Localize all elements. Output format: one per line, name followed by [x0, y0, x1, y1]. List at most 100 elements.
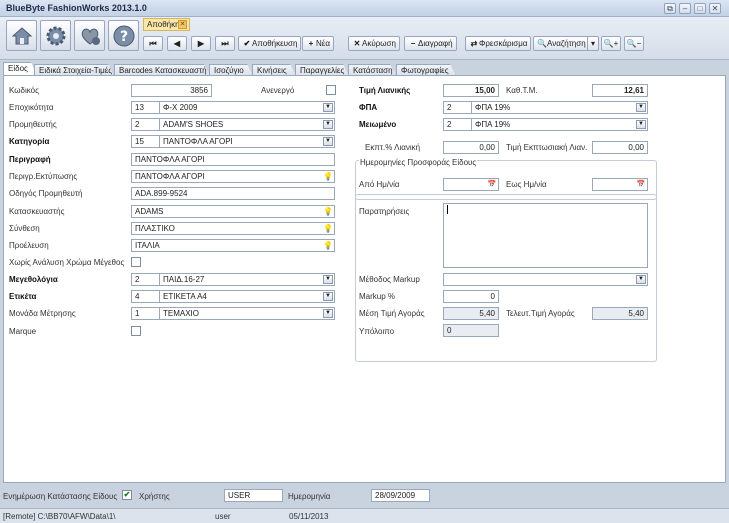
label-name: ΕΤΙΚΕΤΑ Α4: [163, 292, 207, 301]
size-range-label: Μεγεθολόγια: [9, 275, 58, 284]
print-desc-field[interactable]: ΠΑΝΤΟΦΛΑ ΑΓΟΡΙ 💡: [131, 170, 335, 183]
zoom-out-button[interactable]: 🔍−: [624, 36, 644, 51]
markup-method-label: Μέθοδος Markup: [359, 275, 420, 284]
favorites-button[interactable]: [74, 20, 105, 51]
home-button[interactable]: [6, 20, 37, 51]
supplier-code-field[interactable]: 2: [131, 118, 159, 131]
retail-price-field[interactable]: 15,00: [443, 84, 499, 97]
lightbulb-icon[interactable]: 💡: [323, 171, 333, 182]
lightbulb-icon[interactable]: 💡: [323, 240, 333, 251]
cancel-button[interactable]: ✕ Ακύρωση: [348, 36, 400, 51]
supplier-name: ADAM'S SHOES: [163, 120, 224, 129]
discount-field[interactable]: 0,00: [443, 141, 499, 154]
lightbulb-icon[interactable]: 💡: [323, 223, 333, 234]
first-record-button[interactable]: ⏮: [143, 36, 163, 51]
calendar-icon[interactable]: 📅: [636, 180, 646, 189]
close-icon[interactable]: ✕: [178, 20, 187, 29]
document-tab[interactable]: Αποθήκη ✕: [143, 18, 190, 31]
notes-textarea[interactable]: [443, 203, 648, 268]
markup-method-select[interactable]: ▼: [443, 273, 648, 286]
chevron-down-icon[interactable]: ▼: [323, 292, 333, 301]
origin-field[interactable]: ΙΤΑΛΙΑ 💡: [131, 239, 335, 252]
calendar-icon[interactable]: 📅: [487, 180, 497, 189]
label-code-field[interactable]: 4: [131, 290, 159, 303]
inactive-checkbox[interactable]: [326, 85, 336, 95]
chevron-down-icon[interactable]: ▼: [636, 120, 646, 129]
app-title: BlueByte FashionWorks 2013.1.0: [6, 3, 147, 13]
refresh-button[interactable]: ⇄ Φρεσκάρισμα: [465, 36, 532, 51]
bottom-panel: Ενημέρωση Κατάστασης Είδους ✔ Χρήστης US…: [0, 485, 729, 507]
net-cost-field[interactable]: 12,61: [592, 84, 648, 97]
chevron-down-icon[interactable]: ▼: [323, 103, 333, 112]
user-label: Χρήστης: [139, 492, 170, 501]
manufacturer-field[interactable]: ADAMS 💡: [131, 205, 335, 218]
to-date-label: Εως Ημ/νία: [506, 180, 547, 189]
close-button[interactable]: ✕: [709, 3, 721, 14]
description-field[interactable]: ΠΑΝΤΟΦΛΑ ΑΓΟΡΙ: [131, 153, 335, 166]
maximize-button[interactable]: □: [694, 3, 706, 14]
label-label: Ετικέτα: [9, 292, 37, 301]
composition-field[interactable]: ΠΛΑΣΤΙΚΟ 💡: [131, 222, 335, 235]
lightbulb-icon[interactable]: 💡: [323, 206, 333, 217]
update-status-checkbox[interactable]: ✔: [122, 490, 132, 500]
markup-pct-field[interactable]: 0: [443, 290, 499, 303]
manufacturer-value: ADAMS: [135, 207, 164, 216]
season-code-field[interactable]: 13: [131, 101, 159, 114]
chevron-down-icon[interactable]: ▼: [323, 120, 333, 129]
discount-price-field[interactable]: 0,00: [592, 141, 648, 154]
chevron-down-icon[interactable]: ▼: [323, 137, 333, 146]
supplier-label: Προμηθευτής: [9, 120, 57, 129]
chevron-down-icon[interactable]: ▼: [323, 309, 333, 318]
search-dropdown[interactable]: ▾: [587, 36, 599, 51]
season-select[interactable]: Φ-Χ 2009 ▼: [159, 101, 335, 114]
description-label: Περιγραφή: [9, 155, 51, 164]
reduced-name: ΦΠΑ 19%: [475, 120, 511, 129]
new-button[interactable]: + Νέα: [302, 36, 334, 51]
size-range-code-field[interactable]: 2: [131, 273, 159, 286]
size-range-select[interactable]: ΠΑΙΔ.16-27 ▼: [159, 273, 335, 286]
search-button[interactable]: 🔍Αναζήτηση: [533, 36, 590, 51]
no-color-size-checkbox[interactable]: [131, 257, 141, 267]
unit-select[interactable]: ΤΕΜΑΧΙΟ ▼: [159, 307, 335, 320]
settings-button[interactable]: [40, 20, 71, 51]
next-record-button[interactable]: ▶: [191, 36, 211, 51]
marque-checkbox[interactable]: [131, 326, 141, 336]
reduced-label: Μειωμένο: [359, 120, 397, 129]
previous-record-button[interactable]: ◀: [167, 36, 187, 51]
zoom-in-icon: 🔍+: [603, 39, 619, 48]
supplier-ref-field[interactable]: ADA.899-9524: [131, 187, 335, 200]
tab-item[interactable]: Είδος: [3, 62, 37, 76]
composition-label: Σύνθεση: [9, 224, 40, 233]
code-field[interactable]: 3856: [131, 84, 212, 97]
net-cost-label: Καθ.Τ.Μ.: [506, 86, 538, 95]
vat-code-field[interactable]: 2: [443, 101, 471, 114]
chevron-down-icon[interactable]: ▼: [636, 103, 646, 112]
minimize-button[interactable]: –: [679, 3, 691, 14]
category-code-field[interactable]: 15: [131, 135, 159, 148]
to-date-field[interactable]: 📅: [592, 178, 648, 191]
chevron-down-icon[interactable]: ▼: [636, 275, 646, 284]
item-form: Κωδικός 3856 Ανενεργό Εποχικότητα 13 Φ-Χ…: [3, 75, 726, 483]
from-date-field[interactable]: 📅: [443, 178, 499, 191]
vat-select[interactable]: ΦΠΑ 19% ▼: [471, 101, 648, 114]
document-tab-label: Αποθήκη: [147, 20, 180, 29]
last-record-button[interactable]: ⏭: [215, 36, 235, 51]
unit-name: ΤΕΜΑΧΙΟ: [163, 309, 200, 318]
reduced-code-field[interactable]: 2: [443, 118, 471, 131]
refresh-icon: ⇄: [470, 39, 478, 48]
composition-value: ΠΛΑΣΤΙΚΟ: [135, 224, 175, 233]
zoom-in-button[interactable]: 🔍+: [601, 36, 621, 51]
unit-code-field[interactable]: 1: [131, 307, 159, 320]
save-button[interactable]: ✔ Αποθήκευση: [238, 36, 302, 51]
label-select[interactable]: ΕΤΙΚΕΤΑ Α4 ▼: [159, 290, 335, 303]
category-select[interactable]: ΠΑΝΤΟΦΛΑ ΑΓΟΡΙ ▼: [159, 135, 335, 148]
restore-icon[interactable]: ⧉: [664, 3, 676, 14]
help-button[interactable]: ?: [108, 20, 139, 51]
status-user: user: [215, 512, 231, 521]
delete-button[interactable]: − Διαγραφή: [404, 36, 457, 51]
supplier-select[interactable]: ADAM'S SHOES ▼: [159, 118, 335, 131]
chevron-down-icon[interactable]: ▼: [323, 275, 333, 284]
reduced-select[interactable]: ΦΠΑ 19% ▼: [471, 118, 648, 131]
x-icon: ✕: [353, 39, 361, 48]
search-icon: 🔍: [537, 39, 547, 48]
